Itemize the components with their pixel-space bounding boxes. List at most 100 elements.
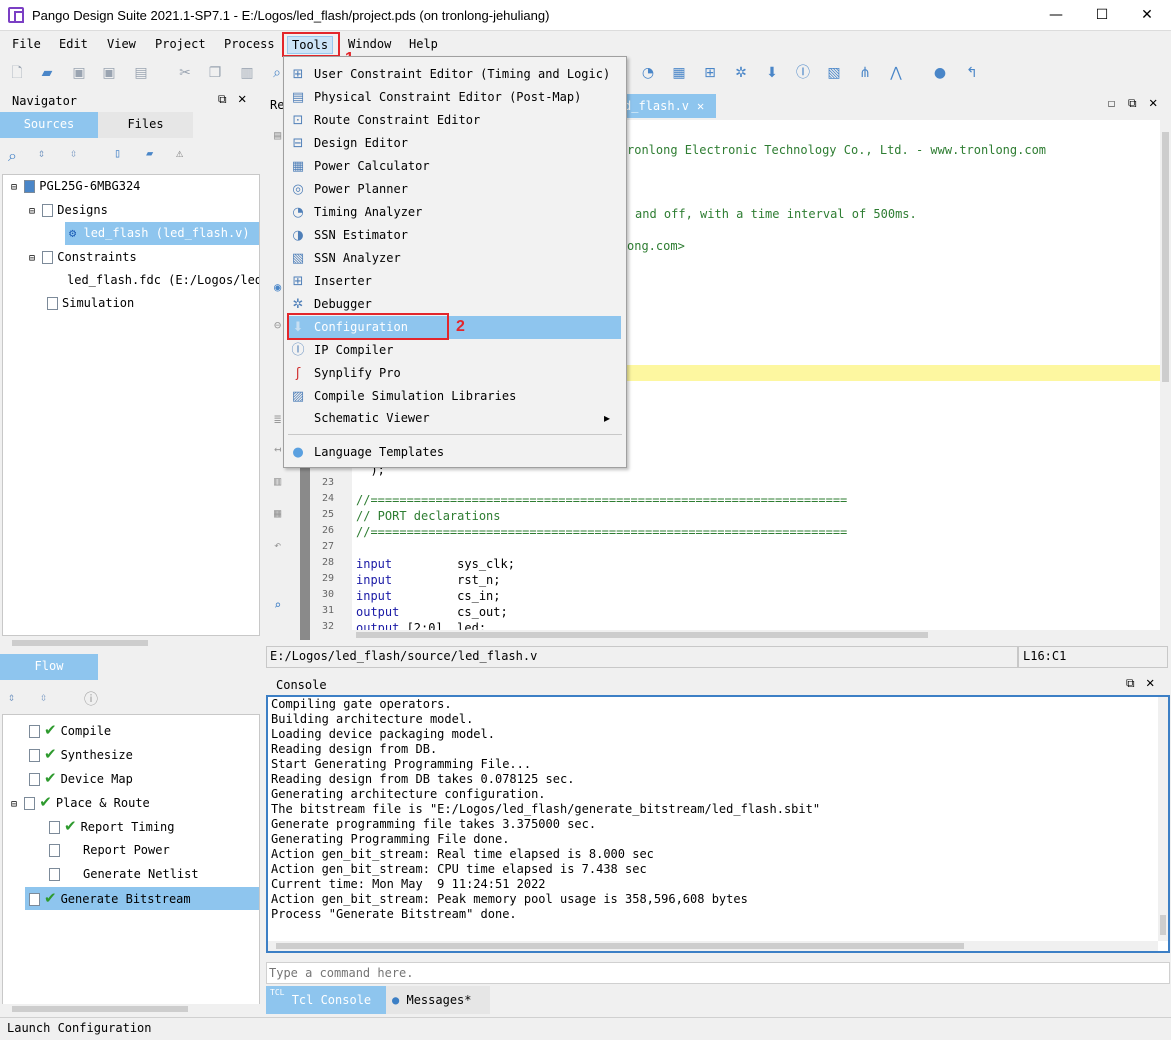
console-h-thumb[interactable] bbox=[276, 943, 964, 949]
flow-step-place-route[interactable]: ⊟ ✔ Place & Route bbox=[11, 791, 150, 814]
add-file-icon[interactable]: ▰ bbox=[146, 146, 153, 160]
tree-item-simulation[interactable]: Simulation bbox=[47, 292, 134, 315]
tab-files[interactable]: Files bbox=[98, 112, 193, 138]
paste-icon[interactable]: ▥ bbox=[238, 64, 256, 82]
side-tool-icon[interactable]: ▥ bbox=[274, 474, 281, 488]
tab-flow[interactable]: Flow bbox=[0, 654, 98, 680]
menu-item-ssn-analyzer[interactable]: ▧ SSN Analyzer bbox=[284, 247, 628, 270]
navigator-h-thumb[interactable] bbox=[12, 640, 148, 646]
menu-file[interactable]: File bbox=[8, 36, 45, 54]
schematic-tool-icon[interactable]: ⋔ bbox=[856, 64, 874, 82]
tree-item-fdc[interactable]: led_flash.fdc (E:/Logos/led_ bbox=[67, 269, 259, 292]
menu-item-power-calculator[interactable]: ▦ Power Calculator bbox=[284, 155, 628, 178]
minimize-button[interactable]: — bbox=[1033, 0, 1079, 31]
cut-icon[interactable]: ✂ bbox=[176, 64, 194, 82]
debugger-tool-icon[interactable]: ✲ bbox=[732, 64, 750, 82]
console-h-scrollbar[interactable] bbox=[268, 941, 1158, 951]
tab-sources[interactable]: Sources bbox=[0, 112, 98, 138]
float-panel-icon[interactable]: ⧉ bbox=[218, 92, 227, 107]
add-ip-icon[interactable]: ▯ bbox=[114, 146, 121, 160]
search-icon[interactable]: ⌕ bbox=[8, 146, 17, 166]
flow-step-report-power[interactable]: Report Power bbox=[49, 839, 170, 862]
side-tool-icon[interactable]: ▤ bbox=[274, 128, 281, 142]
side-tool-icon[interactable]: ↤ bbox=[274, 442, 281, 456]
flow-expand-icon[interactable]: ⇕ bbox=[8, 690, 15, 704]
menu-item-language-templates[interactable]: ● Language Templates bbox=[284, 441, 628, 464]
console-v-scrollbar[interactable] bbox=[1158, 697, 1168, 941]
ip-compiler-tool-icon[interactable]: Ⓘ bbox=[794, 64, 812, 82]
menu-item-timing-analyzer[interactable]: ◔ Timing Analyzer bbox=[284, 201, 628, 224]
configuration-tool-icon[interactable]: ⬇ bbox=[763, 64, 781, 82]
editor-h-scrollbar[interactable] bbox=[352, 630, 1160, 640]
console-close-icon[interactable]: ✕ bbox=[1146, 675, 1154, 691]
editor-v-thumb[interactable] bbox=[1162, 132, 1169, 382]
open-folder-icon[interactable]: ▰ bbox=[38, 64, 56, 82]
flow-h-scrollbar[interactable] bbox=[2, 1004, 260, 1014]
tab-tcl-console[interactable]: TCL Tcl Console bbox=[266, 986, 386, 1014]
console-v-thumb[interactable] bbox=[1160, 915, 1166, 935]
flow-step-report-timing[interactable]: ✔ Report Timing bbox=[49, 815, 175, 838]
menu-item-compile-sim-libs[interactable]: ▨ Compile Simulation Libraries bbox=[284, 385, 628, 408]
save-all-icon[interactable]: ▣ bbox=[100, 64, 118, 82]
editor-close-icon[interactable]: ✕ bbox=[1149, 95, 1157, 111]
inserter-tool-icon[interactable]: ⊞ bbox=[701, 64, 719, 82]
console-float-icon[interactable]: ⧉ bbox=[1126, 676, 1135, 691]
menu-item-synplify-pro[interactable]: ʃ Synplify Pro bbox=[284, 362, 628, 385]
menu-item-ip-compiler[interactable]: Ⓘ IP Compiler bbox=[284, 339, 628, 362]
save-as-icon[interactable]: ▤ bbox=[132, 64, 150, 82]
menu-item-power-planner[interactable]: ◎ Power Planner bbox=[284, 178, 628, 201]
menu-help[interactable]: Help bbox=[405, 36, 442, 54]
tree-item-designs[interactable]: ⊟ Designs bbox=[29, 199, 108, 222]
flow-step-compile[interactable]: ✔ Compile bbox=[29, 719, 111, 742]
tree-item-led-flash[interactable]: ⚙ led_flash (led_flash.v) bbox=[65, 222, 259, 245]
timing-tool-icon[interactable]: ◔ bbox=[639, 64, 657, 82]
menu-item-schematic-viewer[interactable]: Schematic Viewer ▸ bbox=[284, 407, 628, 430]
side-tool-icon[interactable]: ◉ bbox=[274, 280, 281, 294]
tree-item-constraints[interactable]: ⊟ Constraints bbox=[29, 246, 137, 269]
menu-item-physical-constraint-editor[interactable]: ▤ Physical Constraint Editor (Post-Map) bbox=[284, 86, 628, 109]
flow-h-thumb[interactable] bbox=[12, 1006, 188, 1012]
flow-collapse-icon[interactable]: ⇳ bbox=[40, 690, 47, 704]
collapse-all-icon[interactable]: ⇳ bbox=[70, 146, 77, 160]
tab-messages[interactable]: ● Messages* bbox=[386, 986, 490, 1014]
editor-float-icon[interactable]: ⧉ bbox=[1128, 96, 1137, 111]
command-input[interactable] bbox=[266, 962, 1170, 984]
menu-edit[interactable]: Edit bbox=[55, 36, 92, 54]
tab-close-icon[interactable]: ✕ bbox=[697, 99, 704, 113]
maximize-button[interactable]: ☐ bbox=[1079, 0, 1125, 31]
navigator-h-scrollbar[interactable] bbox=[2, 638, 260, 648]
warning-icon[interactable]: ⚠ bbox=[176, 146, 183, 160]
menu-view[interactable]: View bbox=[103, 36, 140, 54]
side-tool-icon[interactable]: ≣ bbox=[274, 412, 281, 426]
menu-item-design-editor[interactable]: ⊟ Design Editor bbox=[284, 132, 628, 155]
templates-tool-icon[interactable]: ● bbox=[931, 64, 949, 82]
ssn-tool-icon[interactable]: ▦ bbox=[670, 64, 688, 82]
editor-v-scrollbar[interactable] bbox=[1160, 120, 1171, 632]
expand-all-icon[interactable]: ⇕ bbox=[38, 146, 45, 160]
menu-process[interactable]: Process bbox=[220, 36, 279, 54]
editor-h-thumb[interactable] bbox=[356, 632, 928, 638]
save-icon[interactable]: ▣ bbox=[70, 64, 88, 82]
copy-icon[interactable]: ❐ bbox=[206, 64, 224, 82]
menu-item-route-constraint-editor[interactable]: ⊡ Route Constraint Editor bbox=[284, 109, 628, 132]
editor-maximize-icon[interactable]: ☐ bbox=[1108, 96, 1115, 110]
new-file-icon[interactable]: 🗋 bbox=[8, 64, 26, 82]
menu-item-user-constraint-editor[interactable]: ⊞ User Constraint Editor (Timing and Logi… bbox=[284, 63, 628, 86]
flow-step-device-map[interactable]: ✔ Device Map bbox=[29, 767, 133, 790]
side-tool-icon[interactable]: ▦ bbox=[274, 506, 281, 520]
flow-step-synthesize[interactable]: ✔ Synthesize bbox=[29, 743, 133, 766]
zoom-icon[interactable]: ⌕ bbox=[274, 598, 281, 612]
menu-project[interactable]: Project bbox=[151, 36, 210, 54]
menu-item-inserter[interactable]: ⊞ Inserter bbox=[284, 270, 628, 293]
flow-step-generate-netlist[interactable]: Generate Netlist bbox=[49, 863, 199, 886]
tree-item-device[interactable]: ⊟ PGL25G-6MBG324 bbox=[11, 175, 140, 198]
flow-step-generate-bitstream[interactable]: ✔ Generate Bitstream bbox=[25, 887, 259, 910]
side-tool-icon[interactable]: ⊖ bbox=[274, 318, 281, 332]
simlib-tool-icon[interactable]: ▧ bbox=[825, 64, 843, 82]
close-button[interactable]: ✕ bbox=[1124, 0, 1170, 31]
hierarchy-tool-icon[interactable]: ⋀ bbox=[887, 64, 905, 82]
close-panel-icon[interactable]: ✕ bbox=[238, 91, 246, 107]
back-tool-icon[interactable]: ↰ bbox=[963, 64, 981, 82]
undo-icon[interactable]: ↶ bbox=[274, 538, 281, 552]
editor-tab-active[interactable]: d_flash.v ✕ bbox=[620, 94, 716, 118]
